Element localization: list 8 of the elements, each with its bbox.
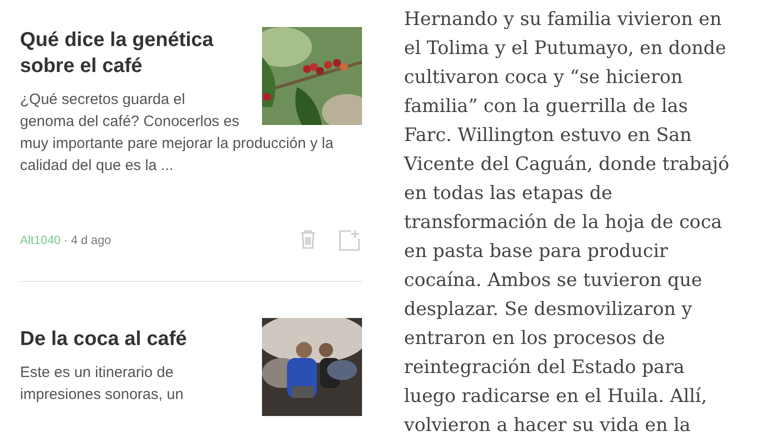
- article-body: Hernando y su familia vivieron en el Tolima y el Putumayo, en donde cultivaron coca y “se hicieron familia” con la guerrilla de las Farc. Willington estuvo en San Vicente del Caguán, donde trabajó en todas las etapas de transformación de la hoja de coca en pasta base para producir cocaína. Ambos se tuvieron que desplazar. Se desmovilizaron y entraron en los procesos de reintegración del Estado para luego radicarse en el Huila. Allí, volvieron a hacer su vida en la: [404, 8, 730, 432]
- trash-icon[interactable]: [300, 229, 316, 249]
- article-title[interactable]: Qué dice la genética sobre el café: [20, 27, 362, 79]
- article-summary: ¿Qué secretos guarda el genoma del café? Conocerlos es muy importante pare mejorar la producción y la calidad del que es la ...: [20, 90, 334, 176]
- article-summary: Este es un itinerario de impresiones sonoras, un: [20, 363, 184, 405]
- article-title[interactable]: De la coca al café: [20, 326, 362, 352]
- add-note-icon[interactable]: [338, 229, 360, 251]
- article-age: · 4 d ago: [64, 233, 112, 247]
